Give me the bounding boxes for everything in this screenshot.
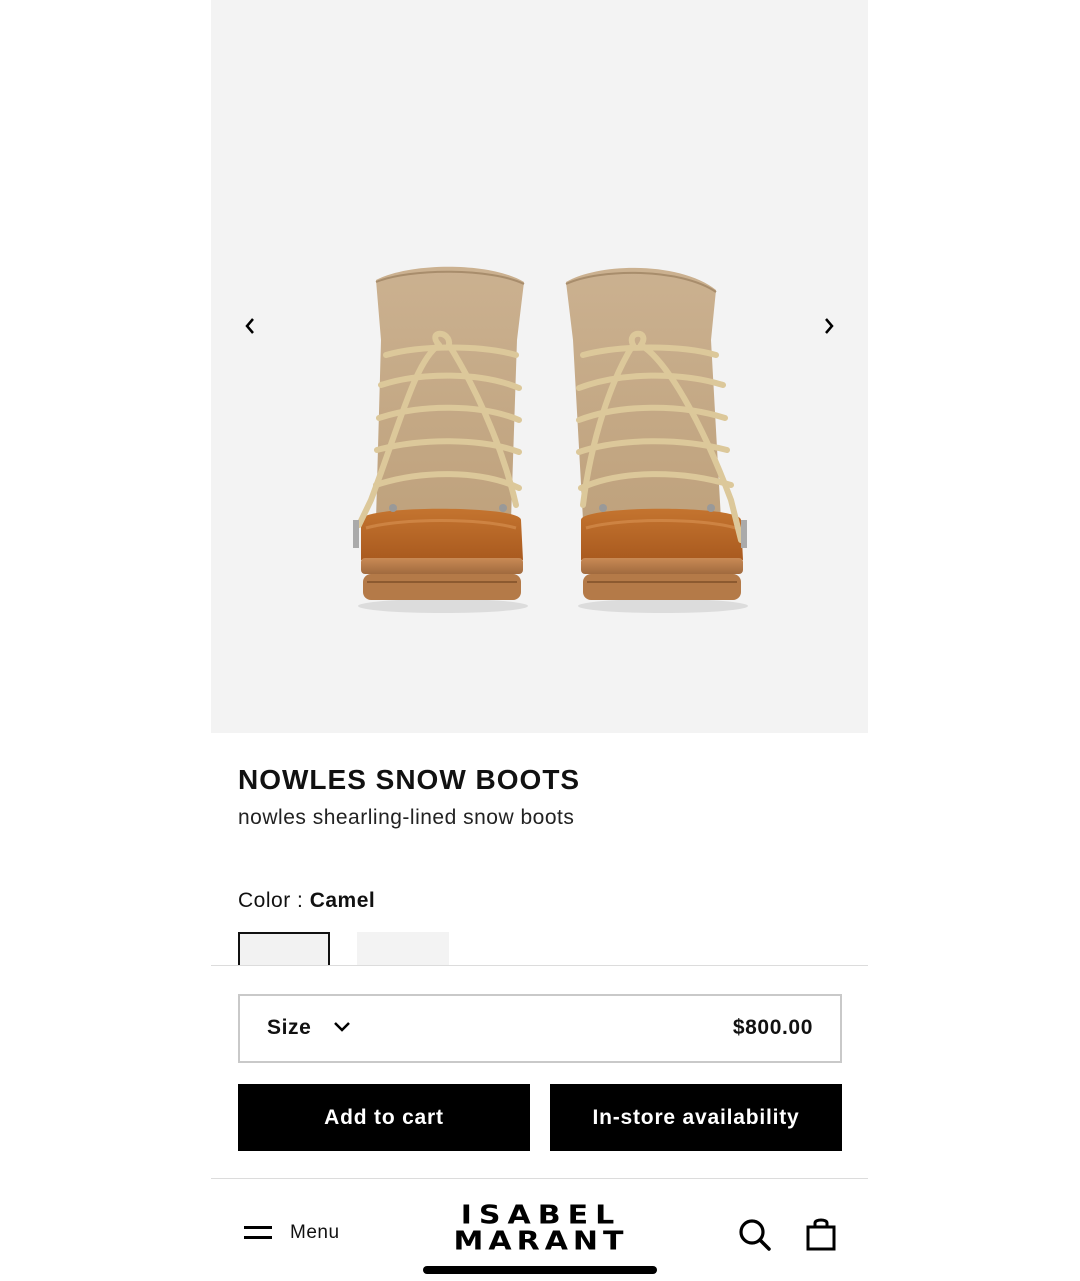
- in-store-availability-button[interactable]: In-store availability: [550, 1084, 842, 1151]
- product-page: NOWLES SNOW BOOTS nowles shearling-lined…: [211, 0, 868, 1281]
- gallery-prev-button[interactable]: [234, 310, 266, 342]
- hamburger-menu-icon: [244, 1226, 272, 1239]
- right-boot: [565, 267, 747, 600]
- chevron-right-icon: [825, 318, 834, 334]
- gallery-next-button[interactable]: [813, 310, 845, 342]
- logo-line-2: MARANT: [453, 1226, 629, 1257]
- color-value: Camel: [309, 889, 376, 912]
- color-label: Color :: [238, 889, 310, 912]
- divider: [211, 1178, 868, 1179]
- shopping-bag-icon: [806, 1218, 836, 1251]
- logo-line-1: ISABEL: [460, 1200, 622, 1231]
- left-boot: [353, 266, 525, 600]
- size-label: Size: [267, 1016, 312, 1039]
- product-image-gallery: [211, 0, 868, 733]
- product-image: [353, 266, 748, 613]
- home-indicator: [423, 1266, 657, 1274]
- product-price: $800.00: [732, 1016, 813, 1039]
- menu-button[interactable]: Menu: [244, 1218, 340, 1248]
- search-icon: [739, 1219, 771, 1251]
- add-to-cart-button[interactable]: Add to cart: [238, 1084, 530, 1151]
- color-selector-label: Color : Camel: [238, 889, 375, 913]
- shopping-bag-button[interactable]: [806, 1216, 836, 1257]
- search-button[interactable]: [738, 1218, 772, 1257]
- color-swatch-camel[interactable]: [238, 932, 330, 965]
- chevron-left-icon: [245, 318, 254, 334]
- chevron-down-icon: [334, 1022, 350, 1032]
- color-swatch-alternate[interactable]: [357, 932, 449, 965]
- menu-label: Menu: [290, 1222, 340, 1243]
- purchase-panel: Size $800.00 Add to cart In-store availa…: [211, 965, 868, 1281]
- product-title: NOWLES SNOW BOOTS: [238, 764, 581, 795]
- size-selector[interactable]: Size $800.00: [238, 994, 842, 1063]
- brand-logo[interactable]: ISABEL MARANT: [428, 1203, 654, 1255]
- product-description: nowles shearling-lined snow boots: [238, 806, 575, 829]
